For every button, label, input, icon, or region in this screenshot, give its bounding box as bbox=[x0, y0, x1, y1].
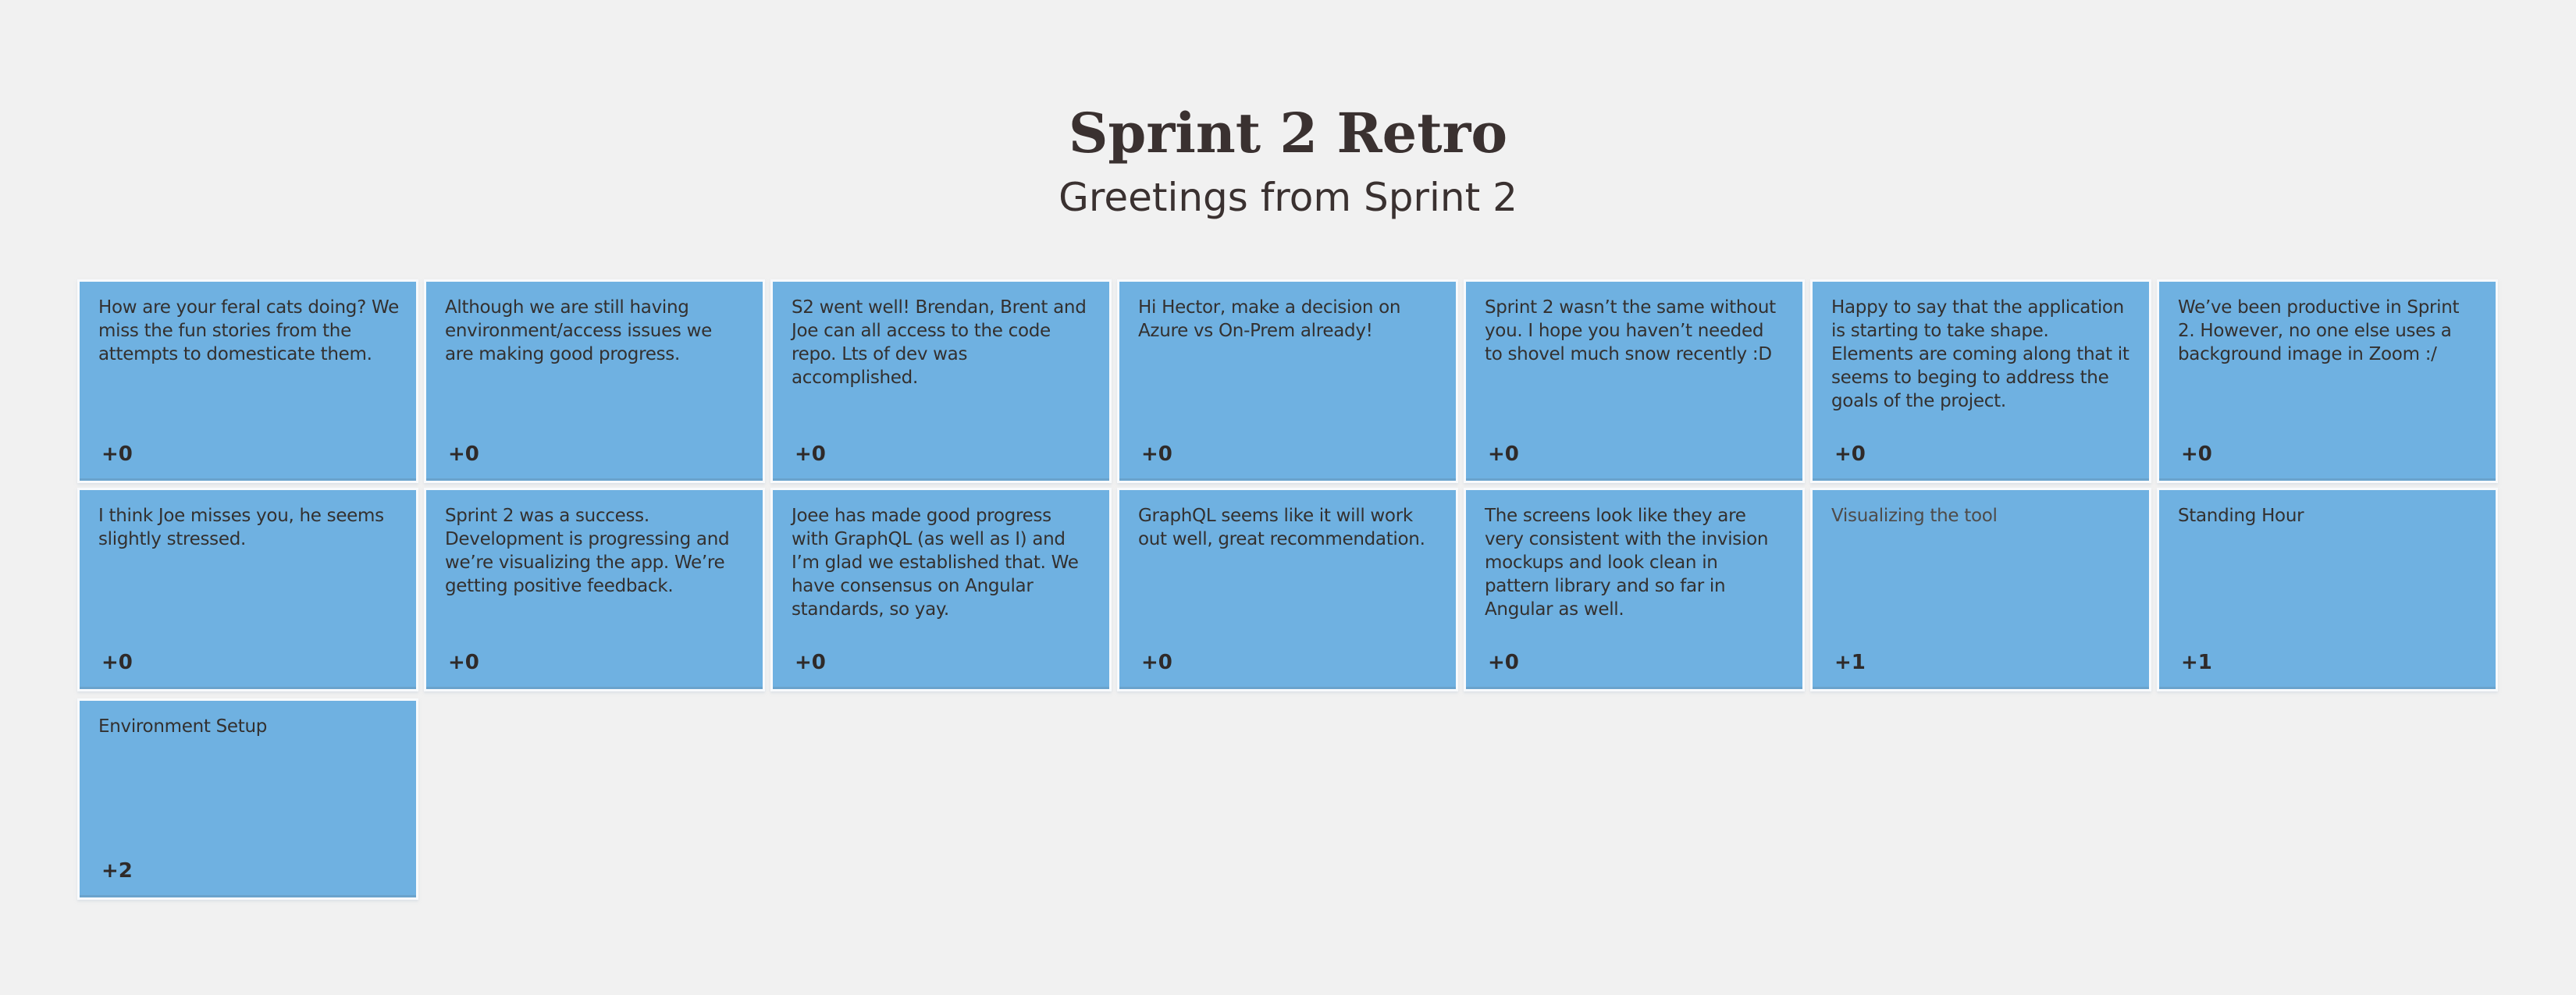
vote-count-button[interactable]: +0 bbox=[101, 651, 133, 674]
card-text: How are your feral cats doing? We miss t… bbox=[98, 297, 399, 364]
retro-card[interactable]: S2 went well! Brendan, Brent and Joe can… bbox=[773, 282, 1109, 481]
retro-card[interactable]: Sprint 2 wasn’t the same without you. I … bbox=[1466, 282, 1802, 481]
card-text: Visualizing the tool bbox=[1831, 506, 1998, 526]
vote-count-button[interactable]: +0 bbox=[448, 442, 479, 466]
vote-count-button[interactable]: +1 bbox=[1834, 651, 1866, 674]
card-text: Hi Hector, make a decision on Azure vs O… bbox=[1138, 297, 1401, 341]
vote-count-button[interactable]: +0 bbox=[1834, 442, 1866, 466]
vote-count-button[interactable]: +0 bbox=[795, 442, 826, 466]
card-text: Joee has made good progress with GraphQL… bbox=[792, 506, 1079, 620]
vote-count-button[interactable]: +0 bbox=[1488, 442, 1519, 466]
vote-count-button[interactable]: +0 bbox=[448, 651, 479, 674]
page-title: Sprint 2 Retro bbox=[1068, 101, 1508, 165]
card-text: Standing Hour bbox=[2178, 506, 2304, 526]
vote-count-button[interactable]: +0 bbox=[2181, 442, 2212, 466]
card-text: We’ve been productive in Sprint 2. Howev… bbox=[2178, 297, 2460, 364]
page-subtitle: Greetings from Sprint 2 bbox=[1059, 175, 1517, 220]
retro-card[interactable]: Although we are still having environment… bbox=[426, 282, 763, 481]
retro-card-grid: How are your feral cats doing? We miss t… bbox=[80, 282, 2496, 897]
card-text: Environment Setup bbox=[98, 716, 268, 737]
retro-card[interactable]: Standing Hour +1 bbox=[2159, 490, 2496, 689]
vote-count-button[interactable]: +0 bbox=[795, 651, 826, 674]
retro-card[interactable]: The screens look like they are very cons… bbox=[1466, 490, 1802, 689]
card-text: Happy to say that the application is sta… bbox=[1831, 297, 2129, 411]
card-text: I think Joe misses you, he seems slightl… bbox=[98, 506, 384, 549]
vote-count-button[interactable]: +2 bbox=[101, 859, 133, 883]
retro-card[interactable]: Visualizing the tool +1 bbox=[1813, 490, 2149, 689]
retro-card[interactable]: Environment Setup +2 bbox=[80, 701, 416, 897]
card-text: S2 went well! Brendan, Brent and Joe can… bbox=[792, 297, 1087, 388]
vote-count-button[interactable]: +0 bbox=[1141, 442, 1172, 466]
retro-card[interactable]: Joee has made good progress with GraphQL… bbox=[773, 490, 1109, 689]
retro-card[interactable]: I think Joe misses you, he seems slightl… bbox=[80, 490, 416, 689]
card-text: GraphQL seems like it will work out well… bbox=[1138, 506, 1425, 549]
retro-card[interactable]: How are your feral cats doing? We miss t… bbox=[80, 282, 416, 481]
card-text: The screens look like they are very cons… bbox=[1485, 506, 1769, 620]
retro-card[interactable]: Hi Hector, make a decision on Azure vs O… bbox=[1119, 282, 1456, 481]
retro-card[interactable]: We’ve been productive in Sprint 2. Howev… bbox=[2159, 282, 2496, 481]
vote-count-button[interactable]: +0 bbox=[1488, 651, 1519, 674]
vote-count-button[interactable]: +0 bbox=[1141, 651, 1172, 674]
retro-card[interactable]: Happy to say that the application is sta… bbox=[1813, 282, 2149, 481]
retro-card[interactable]: GraphQL seems like it will work out well… bbox=[1119, 490, 1456, 689]
vote-count-button[interactable]: +1 bbox=[2181, 651, 2212, 674]
retro-card[interactable]: Sprint 2 was a success. Development is p… bbox=[426, 490, 763, 689]
card-text: Sprint 2 wasn’t the same without you. I … bbox=[1485, 297, 1776, 364]
vote-count-button[interactable]: +0 bbox=[101, 442, 133, 466]
card-text: Although we are still having environment… bbox=[445, 297, 712, 364]
card-text: Sprint 2 was a success. Development is p… bbox=[445, 506, 730, 596]
